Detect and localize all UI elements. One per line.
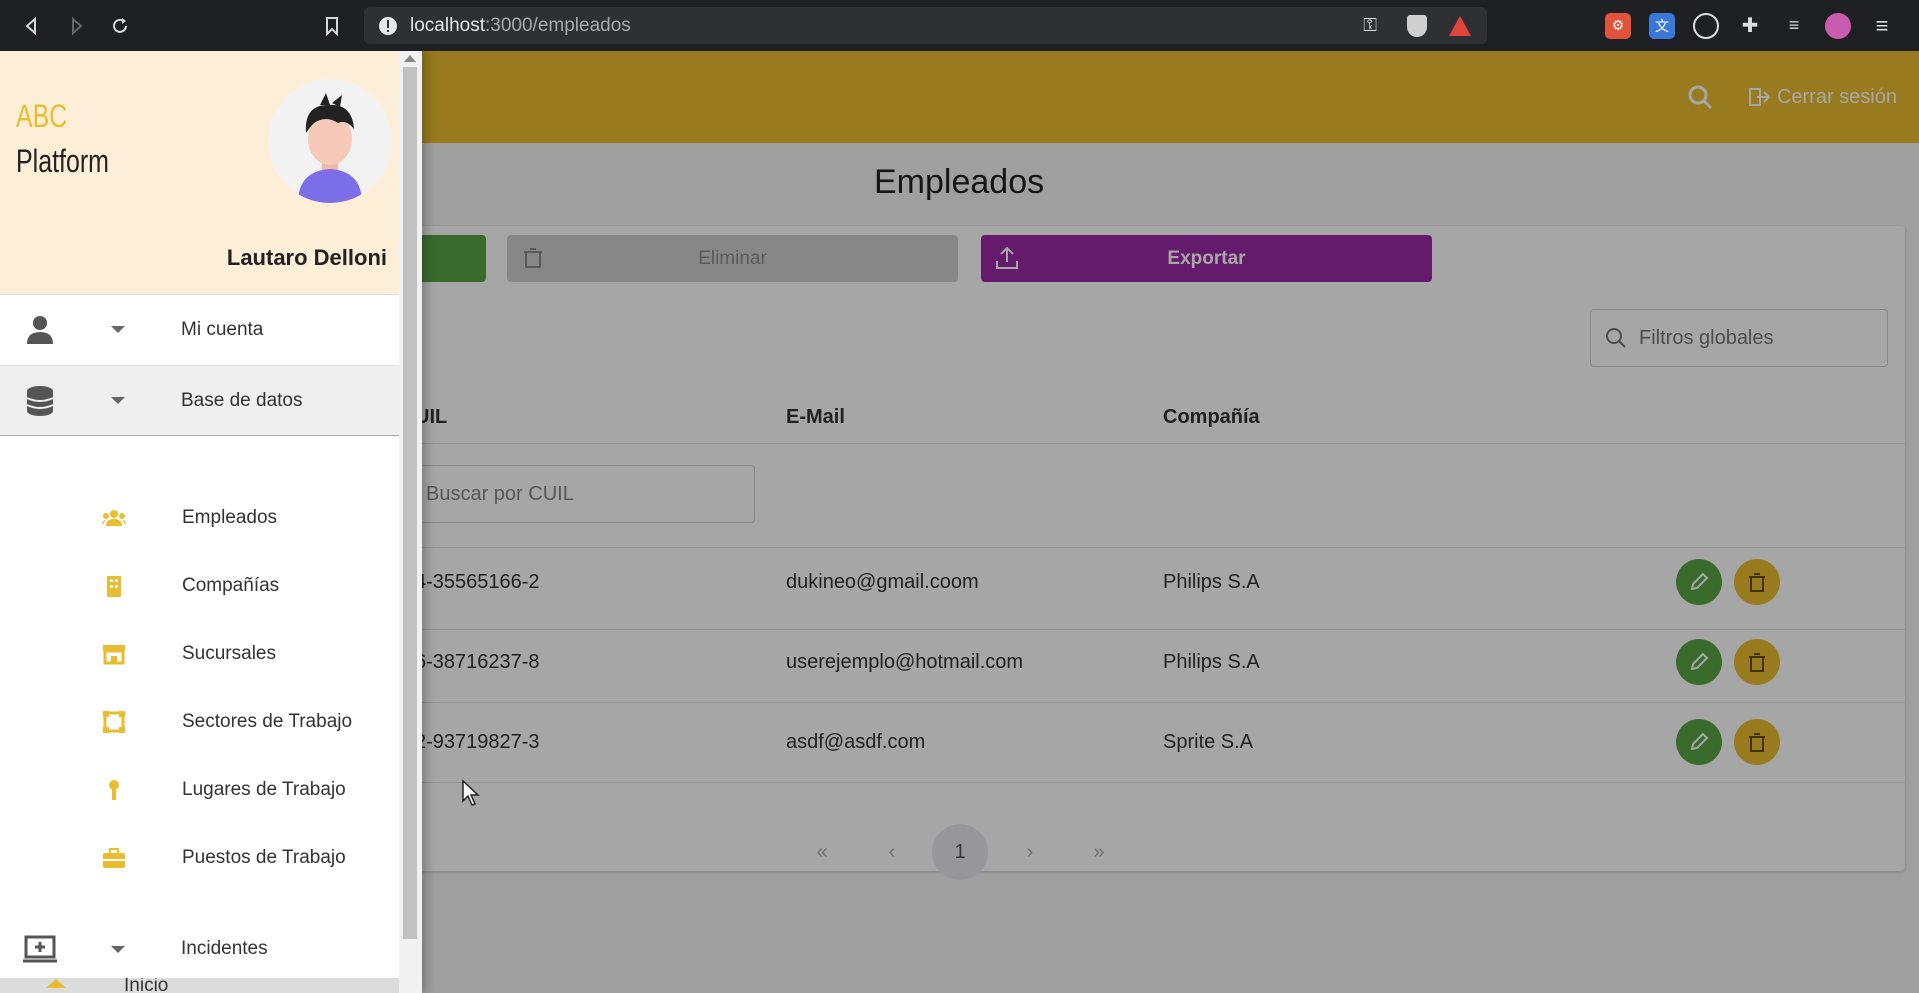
sidebar-item-label: Empleados — [182, 507, 278, 528]
menu-item-label: Inicio — [124, 978, 169, 993]
sidebar-item-sucursales[interactable]: Sucursales — [0, 629, 399, 679]
menu-icon[interactable]: ≡ — [1869, 13, 1895, 39]
sidebar-item-companias[interactable]: Compañías — [0, 561, 399, 611]
scroll-up-arrow[interactable] — [404, 55, 416, 62]
menu-item-inicio[interactable]: Inicio — [0, 978, 399, 993]
chevron-down-icon — [111, 326, 125, 333]
url-text: localhost:3000/empleados — [410, 15, 631, 37]
url-host: localhost — [410, 14, 485, 36]
building-icon — [107, 576, 121, 597]
sidebar-item-puestos-de-trabajo[interactable]: Puestos de Trabajo — [0, 833, 399, 883]
avatar-illustration — [298, 93, 362, 203]
brave-shield-icon[interactable] — [1407, 14, 1427, 37]
target-icon[interactable] — [1693, 12, 1719, 39]
browser-toolbar: localhost:3000/empleados ⚿ ⚙ 文 ✚ ≡ ≡ — [0, 0, 1919, 51]
sidebar-item-label: Sucursales — [182, 643, 276, 664]
store-icon — [103, 645, 125, 665]
menu-item-label: Base de datos — [181, 389, 303, 411]
database-icon — [26, 385, 54, 416]
mouse-cursor-icon — [462, 779, 480, 806]
profile-icon[interactable] — [1825, 12, 1851, 39]
brand-line-2: Platform — [16, 143, 109, 179]
puzzle-icon[interactable]: ✚ — [1737, 13, 1763, 39]
drawer-scrollbar-thumb[interactable] — [403, 67, 417, 939]
laptop-plus-icon — [23, 935, 57, 963]
back-icon[interactable] — [10, 0, 54, 51]
reload-icon[interactable] — [98, 0, 142, 51]
info-icon — [379, 16, 397, 35]
sidebar-item-sectores-de-trabajo[interactable]: Sectores de Trabajo — [0, 697, 399, 747]
sidebar-item-empleados[interactable]: Empleados — [0, 493, 399, 543]
sidebar-item-label: Puestos de Trabajo — [182, 847, 346, 868]
sidebar-item-label: Compañías — [182, 575, 280, 596]
chevron-down-icon — [111, 945, 125, 953]
app-viewport: Cerrar sesión Empleados Eliminar Exporta… — [0, 51, 1919, 993]
translate-icon[interactable]: 文 — [1649, 12, 1675, 39]
pin-icon — [109, 780, 119, 800]
sidebar-item-label: Sectores de Trabajo — [182, 711, 353, 732]
menu-item-base-de-datos[interactable]: Base de datos — [0, 365, 399, 435]
sidebar-item-lugares-de-trabajo[interactable]: Lugares de Trabajo — [0, 765, 399, 815]
user-icon — [27, 315, 53, 344]
playlist-icon[interactable]: ≡ — [1781, 13, 1807, 39]
extensions-area: ⚙ 文 ✚ ≡ ≡ — [1605, 0, 1919, 51]
submenu-divider — [0, 435, 399, 436]
menu-item-incidentes[interactable]: Incidentes — [0, 914, 399, 984]
forward-icon[interactable] — [54, 0, 98, 51]
menu-item-mi-cuenta[interactable]: Mi cuenta — [0, 294, 399, 364]
users-icon — [102, 510, 126, 526]
briefcase-icon — [103, 848, 125, 868]
menu-item-label: Mi cuenta — [181, 318, 264, 340]
url-path: :3000/empleados — [485, 14, 631, 36]
sector-icon — [103, 711, 125, 733]
sidebar-drawer: ABC Platform Lautaro Delloni Mi cuenta B… — [0, 51, 422, 993]
sidebar-item-label: Lugares de Trabajo — [182, 779, 346, 800]
menu-item-label: Incidentes — [181, 938, 268, 959]
extension-red-icon[interactable]: ⚙ — [1605, 12, 1631, 39]
home-icon — [46, 979, 66, 988]
avatar[interactable] — [268, 79, 392, 203]
key-icon[interactable]: ⚿ — [1363, 15, 1377, 36]
drawer-header: ABC Platform Lautaro Delloni — [0, 51, 399, 294]
bookmark-icon[interactable] — [310, 0, 354, 51]
user-name: Lautaro Delloni — [226, 245, 387, 270]
chevron-down-icon — [111, 397, 125, 404]
brave-rewards-icon[interactable] — [1449, 15, 1471, 36]
brand-line-1: ABC — [16, 98, 68, 134]
address-bar[interactable]: localhost:3000/empleados ⚿ — [364, 7, 1487, 44]
